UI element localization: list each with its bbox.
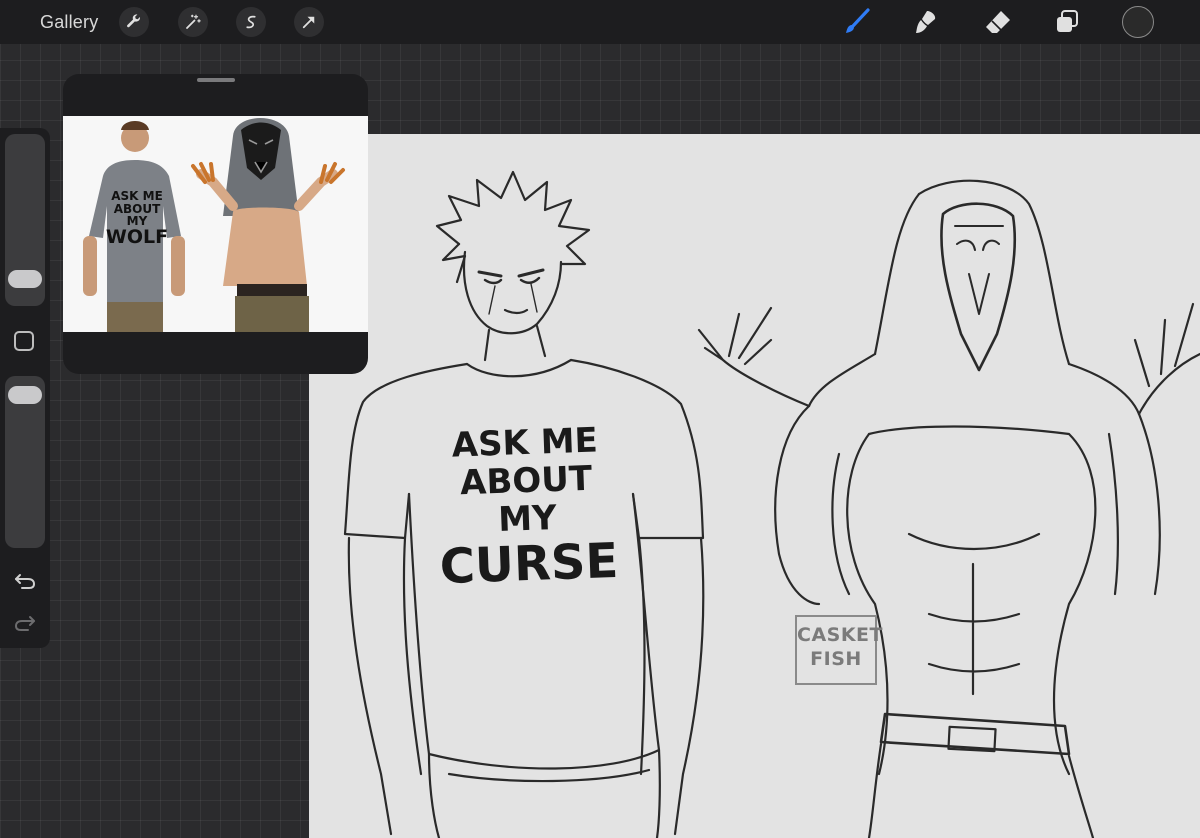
brush-size-thumb[interactable] xyxy=(8,270,42,289)
selection-button[interactable] xyxy=(236,7,266,37)
reference-drag-handle[interactable] xyxy=(197,78,235,82)
drawing-canvas[interactable]: ASK ME ABOUT MY CURSE CASKET FISH xyxy=(309,134,1200,838)
undo-icon xyxy=(15,574,36,589)
opacity-thumb[interactable] xyxy=(8,386,42,405)
reference-shirt-line-2: ABOUT MY xyxy=(113,201,161,229)
artist-watermark: CASKET FISH xyxy=(795,615,883,685)
opacity-slider[interactable] xyxy=(5,376,45,548)
right-figure-sketch xyxy=(697,179,1200,838)
eraser-tool-button[interactable] xyxy=(982,6,1014,38)
reference-image: ASK ME ABOUT MY WOLF xyxy=(63,116,368,332)
undo-button[interactable] xyxy=(12,570,38,592)
selection-icon xyxy=(246,15,256,29)
reference-shirt-text: ASK ME ABOUT MY WOLF xyxy=(105,190,169,248)
canvas-shirt-line-3: CURSE xyxy=(438,532,620,596)
redo-button[interactable] xyxy=(12,612,38,634)
left-sidebar xyxy=(0,128,50,648)
top-toolbar: Gallery xyxy=(0,0,1200,44)
magic-wand-icon xyxy=(186,14,201,29)
reference-shirt-line-1: ASK ME xyxy=(111,189,163,203)
brush-size-slider[interactable] xyxy=(5,134,45,306)
adjustments-button[interactable] xyxy=(178,7,208,37)
actions-wrench-button[interactable] xyxy=(119,7,149,37)
transform-arrow-icon xyxy=(302,16,315,29)
layers-icon xyxy=(1057,10,1078,32)
transform-button[interactable] xyxy=(294,7,324,37)
smudge-tool-button[interactable] xyxy=(909,6,941,38)
brush-tool-button[interactable] xyxy=(840,6,872,38)
layers-button[interactable] xyxy=(1051,6,1083,38)
gallery-button[interactable]: Gallery xyxy=(40,12,98,33)
wrench-icon xyxy=(127,14,140,28)
modify-button[interactable] xyxy=(14,331,34,351)
redo-icon xyxy=(14,616,35,631)
reference-window[interactable]: ASK ME ABOUT MY WOLF xyxy=(63,74,368,374)
canvas-shirt-line-1: ASK ME xyxy=(451,420,599,466)
watermark-line-2: FISH xyxy=(810,648,862,670)
eraser-icon xyxy=(986,11,1010,33)
watermark-line-1: CASKET xyxy=(797,624,883,646)
color-picker-button[interactable] xyxy=(1122,6,1154,38)
canvas-shirt-line-2: ABOUT MY xyxy=(459,458,593,541)
canvas-shirt-text: ASK ME ABOUT MY CURSE xyxy=(424,420,630,596)
reference-shirt-line-3: WOLF xyxy=(105,225,169,248)
brush-icon xyxy=(846,8,870,33)
smudge-icon xyxy=(916,11,936,33)
